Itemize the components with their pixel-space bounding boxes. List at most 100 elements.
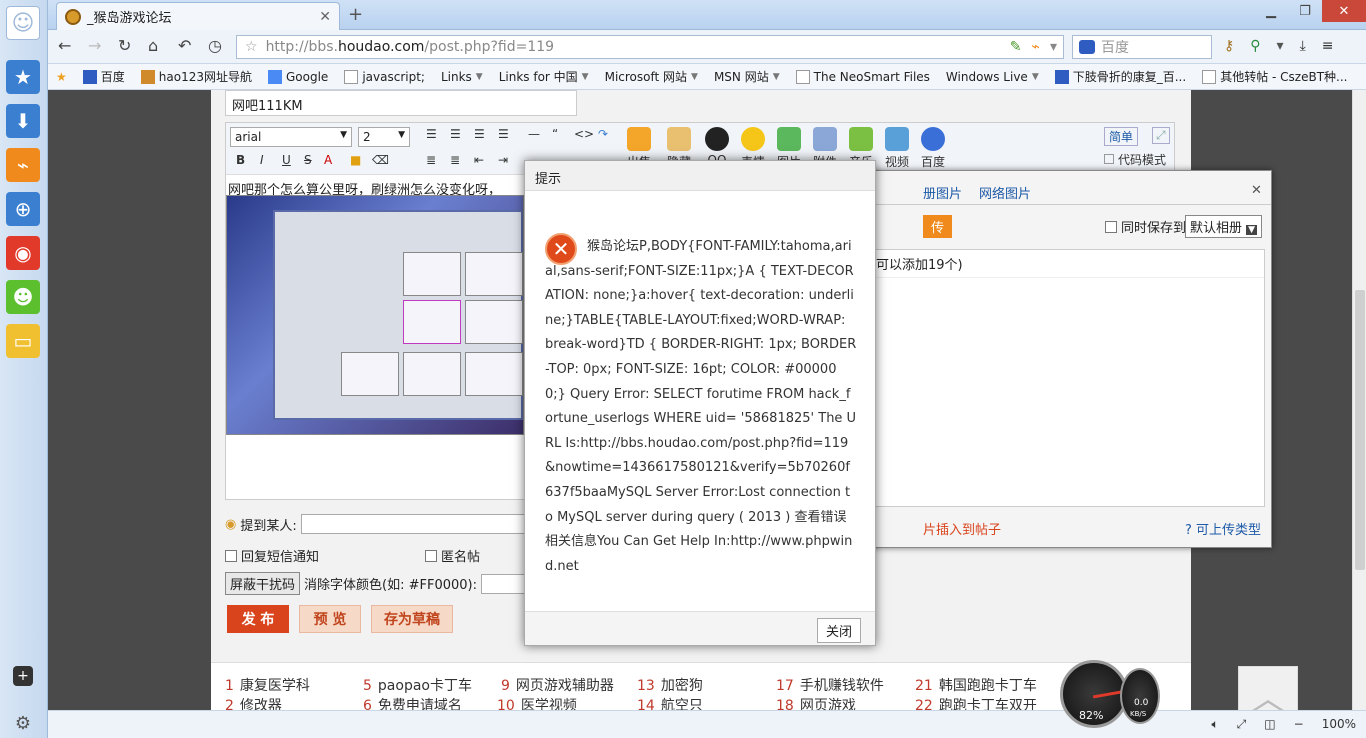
bookmark-folder[interactable]: Links ▼ <box>433 70 491 84</box>
tools-menu-icon[interactable]: ≡ <box>1322 38 1334 54</box>
post-title-input[interactable]: 网吧111KM <box>225 90 577 116</box>
favorites-icon[interactable]: ★ <box>48 70 75 84</box>
font-color-icon[interactable]: A <box>324 153 332 167</box>
shield-code-button[interactable]: 屏蔽干扰码 <box>225 572 301 595</box>
address-dropdown-icon[interactable]: ▾ <box>1050 39 1057 55</box>
bookmark-item[interactable]: hao123网址导航 <box>133 68 260 85</box>
download-tray-icon[interactable]: ⤓ <box>1300 38 1306 54</box>
dialog-close-button[interactable]: 关闭 <box>816 618 861 643</box>
forward-arrow-icon[interactable]: → <box>88 36 101 55</box>
tab-web-photos[interactable]: 网络图片 <box>979 183 1031 202</box>
draft-button[interactable]: 存为草稿 <box>371 605 453 633</box>
restore-icon[interactable]: ❐ <box>1288 0 1322 22</box>
menu-dropdown-icon[interactable]: ▾ <box>1277 38 1284 54</box>
mention-input[interactable] <box>300 514 531 534</box>
indent-icon[interactable]: ⇥ <box>498 153 508 167</box>
bookmark-folder[interactable]: MSN 网站 ▼ <box>706 68 788 85</box>
bookmark-item[interactable]: javascript; <box>336 69 433 84</box>
back-to-top-button[interactable]: ︿ <box>1238 666 1298 710</box>
tab-close-icon[interactable]: ✕ <box>319 9 331 25</box>
album-select[interactable]: 默认相册 ▼ <box>1185 215 1263 238</box>
fullscreen-icon[interactable]: ⤢ <box>1152 127 1170 144</box>
reply-notify-checkbox[interactable]: 回复短信通知 <box>225 546 319 565</box>
hot-link[interactable]: 21 韩国跑跑卡丁车 <box>915 675 1037 695</box>
checkbox-box[interactable] <box>225 549 237 562</box>
hr-icon[interactable]: — <box>528 127 540 141</box>
font-family-select[interactable]: arial ▼ <box>230 127 352 147</box>
outdent-icon[interactable]: ⇤ <box>474 153 484 167</box>
zoom-out-icon[interactable]: − <box>1294 717 1304 732</box>
user-icon[interactable]: ⚲ <box>1250 38 1260 54</box>
undo-icon[interactable]: ↶ <box>178 36 191 55</box>
redo-icon[interactable]: ↷ <box>598 127 608 141</box>
browser-tab[interactable]: _猴岛游戏论坛 ✕ <box>56 2 340 30</box>
bookmark-folder[interactable]: Links for 中国 ▼ <box>491 68 597 85</box>
history-clock-icon[interactable]: ◷ <box>208 36 222 55</box>
unordered-list-icon[interactable]: ≣ <box>450 153 460 167</box>
bg-color-icon[interactable]: ■ <box>350 153 361 167</box>
eraser-icon[interactable]: ⌫ <box>372 153 389 167</box>
bold-icon[interactable]: B <box>236 153 245 167</box>
code-mode-toggle[interactable]: 代码模式 <box>1104 151 1166 168</box>
address-bar[interactable]: ☆ http://bbs. houdao.com/post.php?fid=119… <box>236 35 1064 59</box>
zoom-level[interactable]: 100% <box>1322 717 1356 732</box>
italic-icon[interactable]: I <box>260 153 264 167</box>
add-icon[interactable]: + <box>13 666 33 686</box>
search-box[interactable]: 百度 <box>1072 35 1212 59</box>
refresh-icon[interactable]: ↻ <box>118 36 131 55</box>
simple-mode-button[interactable]: 简单 <box>1104 127 1139 146</box>
underline-icon[interactable]: U <box>282 153 291 167</box>
tab-album-photos[interactable]: 册图片 <box>923 183 962 202</box>
window-close-icon[interactable]: ✕ <box>1322 0 1366 22</box>
settings-gear-icon[interactable]: ⚙ <box>6 706 40 738</box>
volume-icon[interactable]: 🔈︎ <box>1211 717 1218 732</box>
hot-link[interactable]: 1 康复医学科 <box>225 675 310 695</box>
avatar-icon[interactable]: ☺ <box>6 6 40 40</box>
hot-link[interactable]: 22 跑跑卡丁车双开 <box>915 695 1037 710</box>
upload-button[interactable]: 传 <box>923 215 953 238</box>
notes-icon[interactable]: ▭ <box>6 324 40 358</box>
bookmark-folder[interactable]: Windows Live ▼ <box>938 70 1047 84</box>
baidu-button[interactable]: 百度 <box>916 127 950 170</box>
compat-mode-icon[interactable]: ✎ <box>1010 39 1022 55</box>
bookmark-item[interactable]: 其他转帖 - CszeBT种... <box>1194 68 1355 85</box>
rss-icon[interactable]: ⌁ <box>6 148 40 182</box>
hot-link[interactable]: 9 网页游戏辅助器 <box>501 675 614 695</box>
ordered-list-icon[interactable]: ≣ <box>426 153 436 167</box>
align-left-icon[interactable]: ☰ <box>426 127 437 141</box>
code-icon[interactable]: <> <box>574 127 594 141</box>
feed-icon[interactable]: ⌁ <box>1032 39 1040 55</box>
anonymous-checkbox[interactable]: 匿名帖 <box>425 546 480 565</box>
key-icon[interactable]: ⚷ <box>1224 38 1234 54</box>
checkbox-box[interactable] <box>1105 220 1117 233</box>
hot-link[interactable]: 17 手机赚钱软件 <box>776 675 884 695</box>
hot-link[interactable]: 5 paopao卡丁车 <box>363 675 472 695</box>
checkbox[interactable] <box>1104 154 1114 164</box>
bookmark-item[interactable]: 百度 <box>75 68 133 85</box>
hot-link[interactable]: 14 航空只 <box>637 695 703 710</box>
home-icon[interactable]: ⌂ <box>148 36 158 55</box>
checkbox-box[interactable] <box>425 549 437 562</box>
bookmark-item[interactable]: The NeoSmart Files <box>788 69 938 84</box>
panel-close-icon[interactable]: ✕ <box>1251 183 1262 198</box>
upload-types-link[interactable]: ? 可上传类型 <box>1185 519 1261 538</box>
hot-link[interactable]: 6 免费申请域名 <box>363 695 462 710</box>
quote-icon[interactable]: “ <box>552 127 558 141</box>
gamepad-icon[interactable]: ⊕ <box>6 192 40 226</box>
insert-photo-link[interactable]: 片插入到帖子 <box>923 519 1001 538</box>
vertical-scrollbar[interactable] <box>1352 90 1366 710</box>
save-to-checkbox[interactable]: 同时保存到 <box>1105 217 1186 236</box>
smile-icon[interactable]: ☻ <box>6 280 40 314</box>
photo-list[interactable]: 可以添加19个) <box>869 249 1265 507</box>
bookmark-star-icon[interactable]: ☆ <box>245 39 258 55</box>
minimize-icon[interactable]: ▁ <box>1254 0 1288 22</box>
download-icon[interactable]: ⬇ <box>6 104 40 138</box>
align-center-icon[interactable]: ☰ <box>450 127 461 141</box>
align-right-icon[interactable]: ☰ <box>474 127 485 141</box>
hot-link[interactable]: 18 网页游戏 <box>776 695 856 710</box>
bookmark-folder[interactable]: Microsoft 网站 ▼ <box>597 68 706 85</box>
favorites-star-icon[interactable]: ★ <box>6 60 40 94</box>
video-button[interactable]: 视频 <box>880 127 914 170</box>
bookmark-item[interactable]: 下肢骨折的康复_百... <box>1047 68 1194 85</box>
hot-link[interactable]: 13 加密狗 <box>637 675 703 695</box>
